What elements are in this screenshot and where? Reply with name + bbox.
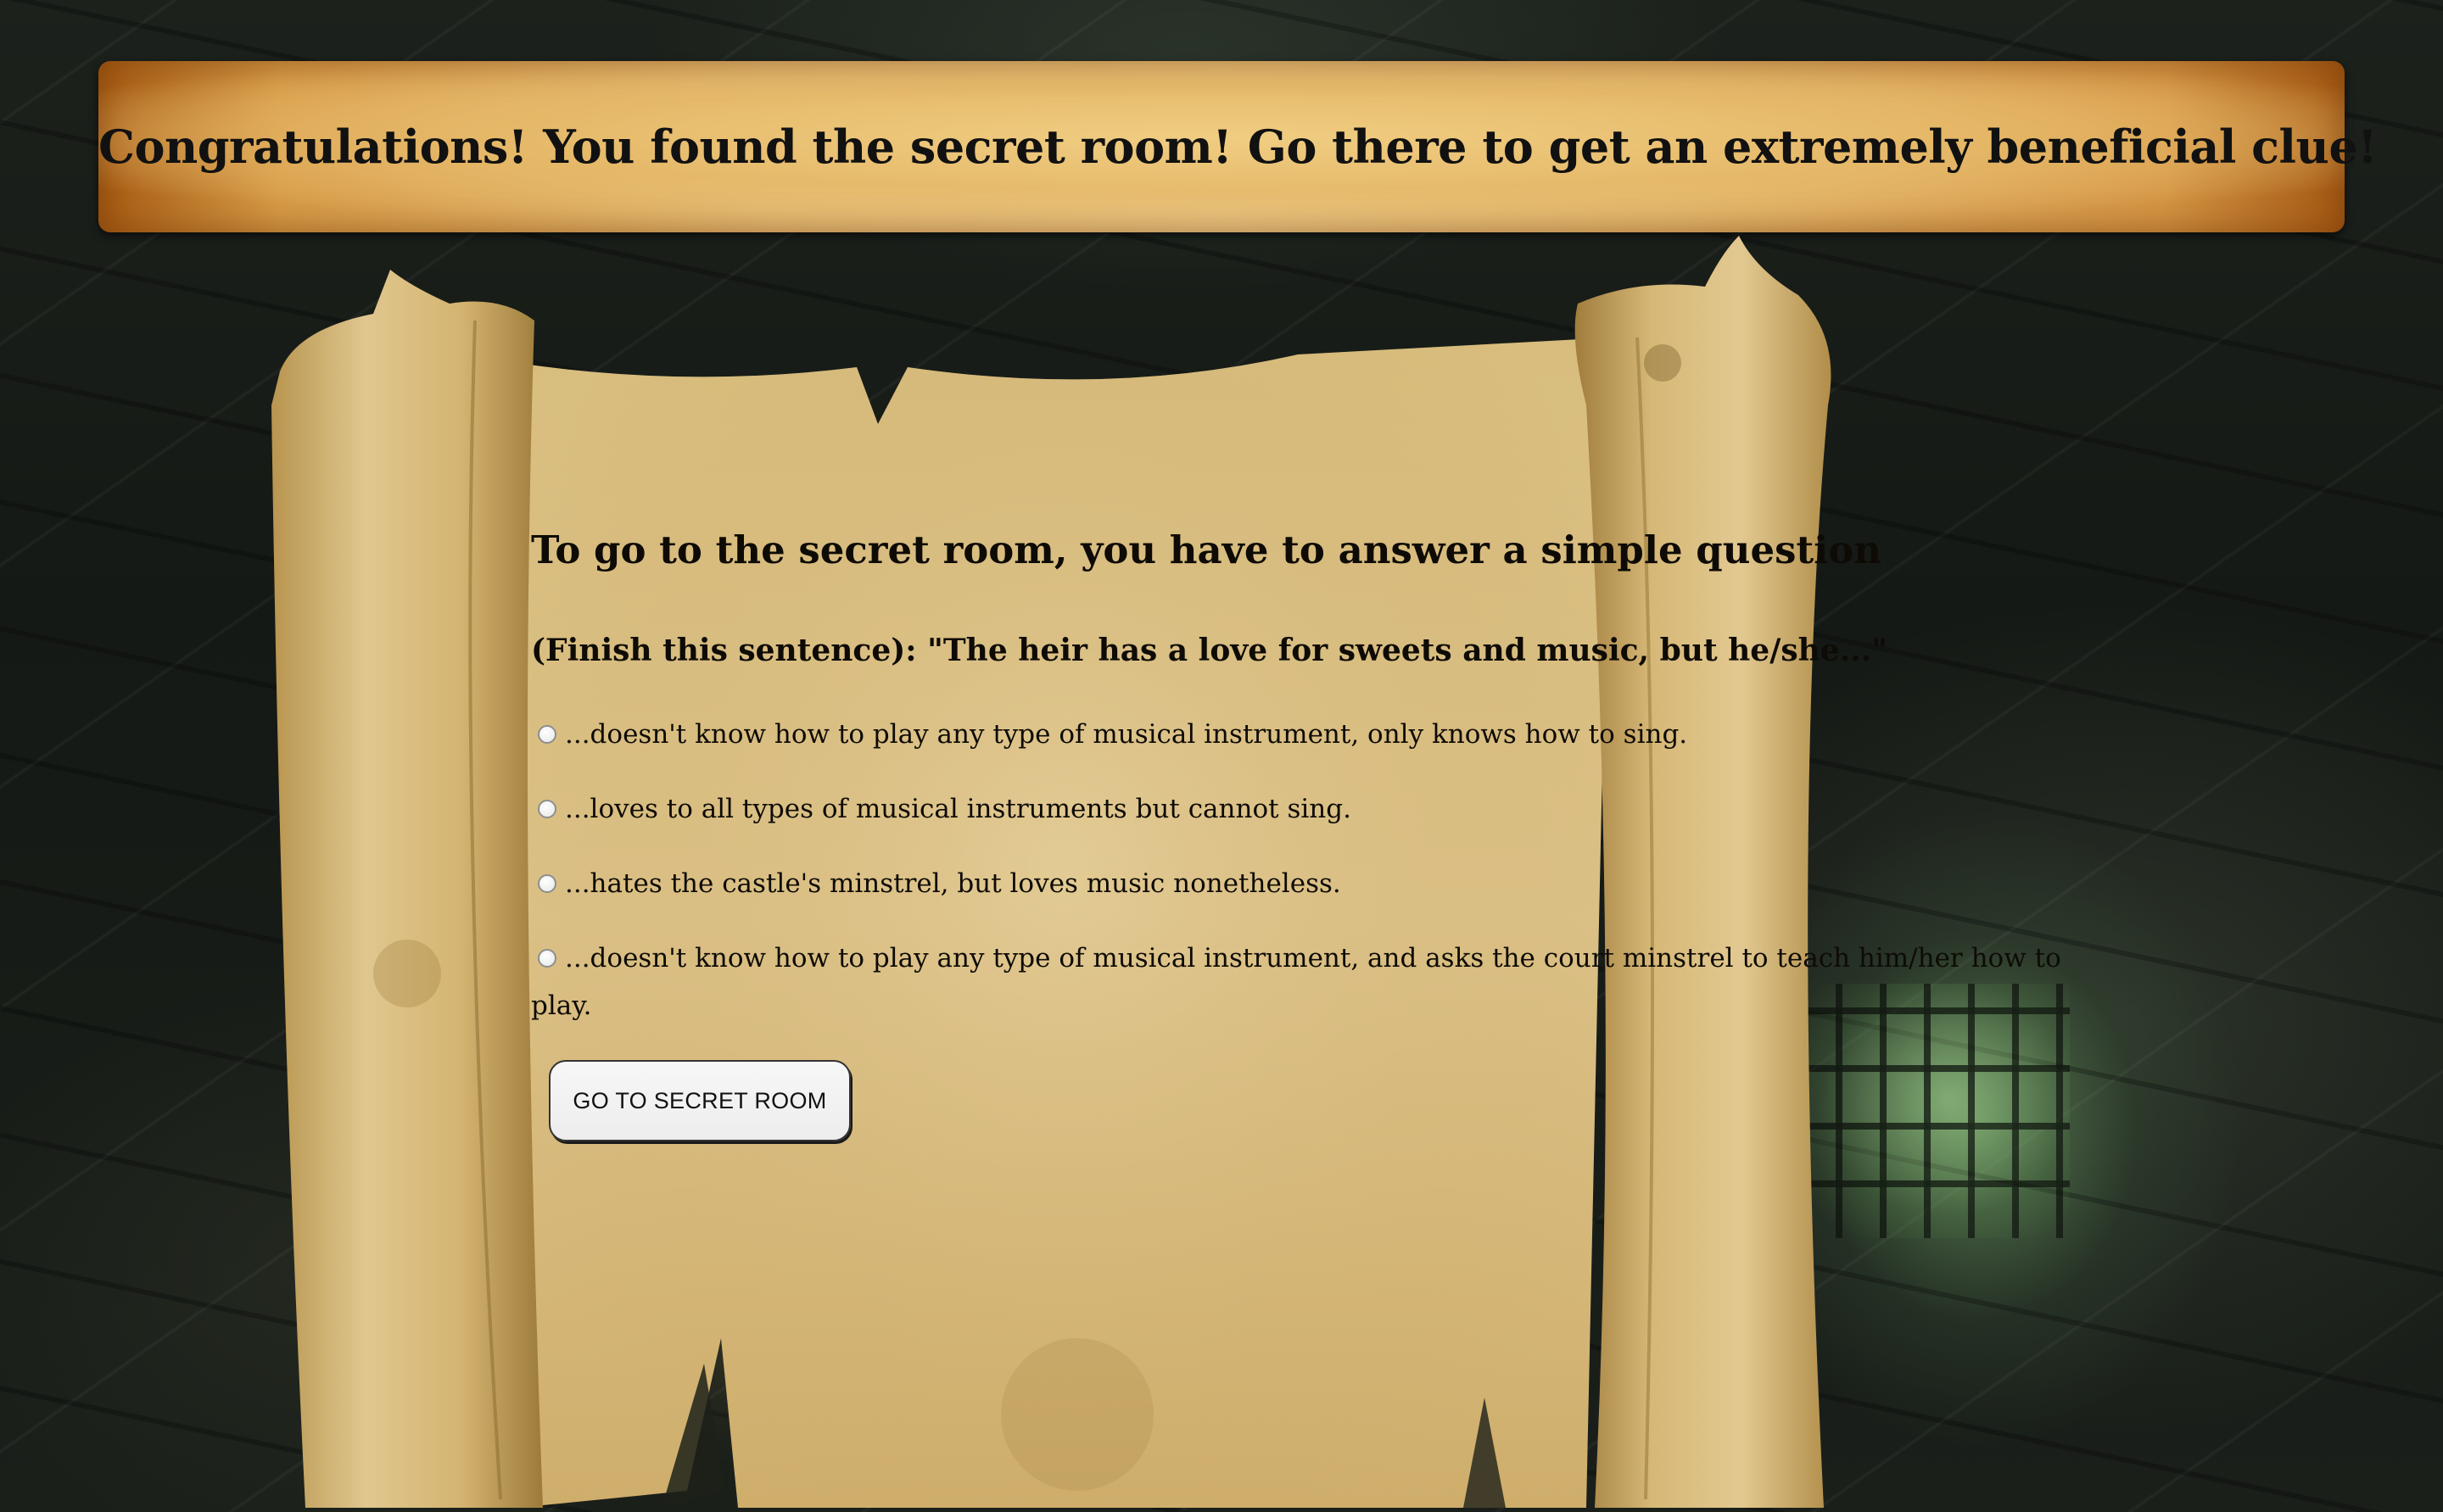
option-2-label: ...loves to all types of musical instrum… (565, 794, 1351, 824)
option-1-label: ...doesn't know how to play any type of … (565, 719, 1688, 750)
option-4-radio[interactable] (538, 949, 556, 968)
option-2-radio[interactable] (538, 800, 556, 818)
option-2[interactable]: ...loves to all types of musical instrum… (538, 794, 1351, 824)
banner-text: Congratulations! You found the secret ro… (98, 120, 2378, 174)
option-3-radio[interactable] (538, 874, 556, 893)
quiz-prompt: (Finish this sentence): "The heir has a … (531, 633, 1888, 668)
option-3[interactable]: ...hates the castle's minstrel, but love… (538, 868, 1341, 899)
option-1-radio[interactable] (538, 725, 556, 744)
congratulations-banner: Congratulations! You found the secret ro… (98, 61, 2378, 232)
go-to-secret-room-button[interactable]: GO TO SECRET ROOM (549, 1060, 851, 1141)
option-4-label: ...doesn't know how to play any type of … (565, 943, 2061, 974)
quiz-heading: To go to the secret room, you have to an… (531, 527, 1882, 572)
option-4-label-continuation: play. (531, 990, 592, 1021)
option-1[interactable]: ...doesn't know how to play any type of … (538, 719, 1687, 750)
option-4[interactable]: ...doesn't know how to play any type of … (538, 943, 2061, 974)
option-3-label: ...hates the castle's minstrel, but love… (565, 868, 1341, 899)
